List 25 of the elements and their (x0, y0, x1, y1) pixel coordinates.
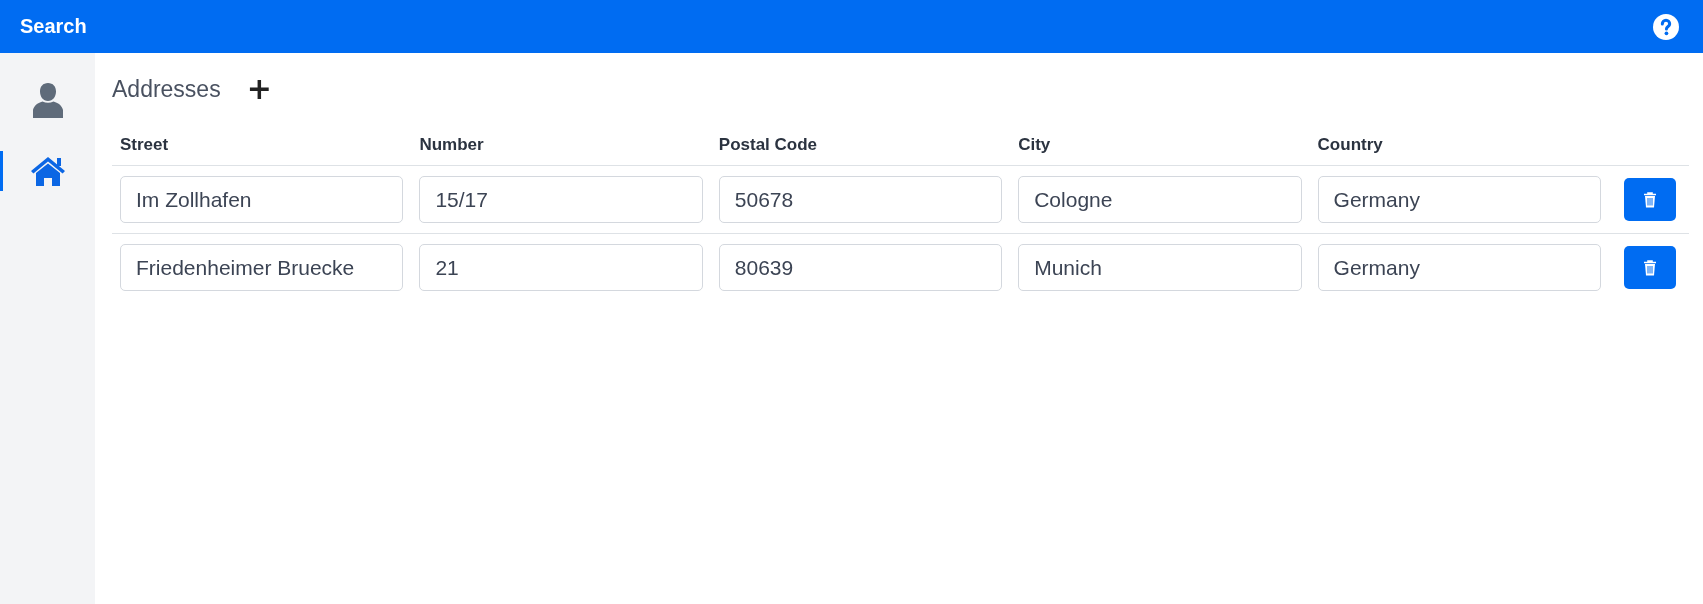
app-title: Search (20, 15, 87, 38)
input-field[interactable]: 50678 (718, 176, 1003, 223)
input-field[interactable]: Germany (1317, 176, 1601, 223)
delete-button[interactable] (1624, 246, 1676, 289)
input-field[interactable]: 80639 (718, 244, 1003, 291)
input-field[interactable]: 21 (419, 244, 703, 291)
column-header: Street (112, 127, 412, 166)
column-header: City (1010, 127, 1310, 166)
input-field[interactable]: Germany (1317, 244, 1601, 291)
input-field[interactable]: Im Zollhafen (120, 176, 404, 223)
home-icon[interactable] (29, 155, 66, 187)
section-title: Addresses (112, 75, 221, 103)
person-icon[interactable] (31, 82, 64, 118)
delete-button[interactable] (1624, 178, 1676, 221)
input-field[interactable]: Friedenheimer Bruecke (120, 244, 404, 291)
column-header: Country (1309, 127, 1609, 166)
trash-icon (1643, 259, 1657, 276)
trash-icon (1643, 191, 1657, 208)
column-header: Postal Code (710, 127, 1011, 166)
input-field[interactable]: 15/17 (419, 176, 703, 223)
help-icon[interactable] (1653, 13, 1679, 40)
input-field[interactable]: Munich (1018, 244, 1302, 291)
column-header: Number (411, 127, 711, 166)
add-button[interactable]: + (242, 74, 276, 104)
input-field[interactable]: Cologne (1018, 176, 1302, 223)
